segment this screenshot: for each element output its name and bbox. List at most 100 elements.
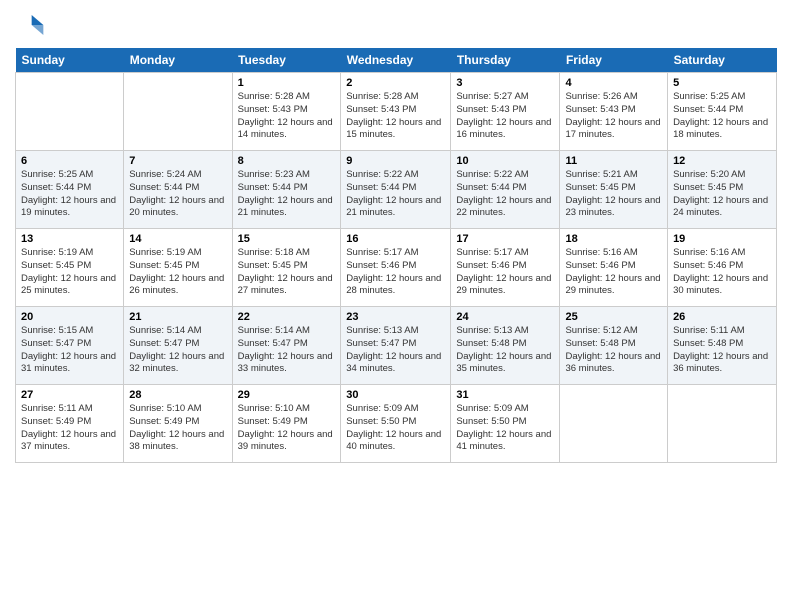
calendar-cell: 7Sunrise: 5:24 AM Sunset: 5:44 PM Daylig… bbox=[124, 151, 232, 229]
day-number: 30 bbox=[346, 389, 445, 401]
day-info: Sunrise: 5:10 AM Sunset: 5:49 PM Dayligh… bbox=[238, 403, 336, 454]
day-info: Sunrise: 5:14 AM Sunset: 5:47 PM Dayligh… bbox=[238, 325, 336, 376]
calendar-cell: 26 Sunrise: 5:11 AM Sunset: 5:48 PM Dayli… bbox=[668, 307, 777, 385]
page-container: SundayMondayTuesdayWednesdayThursdayFrid… bbox=[0, 0, 792, 473]
day-number: 12 bbox=[673, 155, 771, 167]
day-number: 22 bbox=[238, 311, 336, 323]
day-info: Sunrise: 5:11 AM Sunset: 5:49 PM Dayligh… bbox=[21, 403, 118, 454]
day-info: Sunrise: 5:11 AM Sunset: 5:48 PM Dayligh… bbox=[673, 325, 771, 376]
logo bbox=[15, 10, 49, 40]
calendar-cell: 12 Sunrise: 5:20 AM Sunset: 5:45 PM Dayli… bbox=[668, 151, 777, 229]
calendar-cell: 14 Sunrise: 5:19 AM Sunset: 5:45 PM Dayli… bbox=[124, 229, 232, 307]
calendar-week-row: 27 Sunrise: 5:11 AM Sunset: 5:49 PM Dayli… bbox=[16, 385, 777, 463]
calendar-cell: 8 Sunrise: 5:23 AM Sunset: 5:44 PM Daylig… bbox=[232, 151, 341, 229]
calendar-cell: 10 Sunrise: 5:22 AM Sunset: 5:44 PM Dayli… bbox=[451, 151, 560, 229]
calendar-cell: 1 Sunrise: 5:28 AM Sunset: 5:43 PM Daylig… bbox=[232, 73, 341, 151]
day-number: 18 bbox=[565, 233, 662, 245]
day-info: Sunrise: 5:19 AM Sunset: 5:45 PM Dayligh… bbox=[129, 247, 226, 298]
day-number: 27 bbox=[21, 389, 118, 401]
day-number: 26 bbox=[673, 311, 771, 323]
day-number: 24 bbox=[456, 311, 554, 323]
day-info: Sunrise: 5:19 AM Sunset: 5:45 PM Dayligh… bbox=[21, 247, 118, 298]
calendar-cell bbox=[668, 385, 777, 463]
day-info: Sunrise: 5:28 AM Sunset: 5:43 PM Dayligh… bbox=[238, 91, 336, 142]
calendar-week-row: 13 Sunrise: 5:19 AM Sunset: 5:45 PM Dayli… bbox=[16, 229, 777, 307]
calendar-cell: 9Sunrise: 5:22 AM Sunset: 5:44 PM Daylig… bbox=[341, 151, 451, 229]
calendar-cell: 25 Sunrise: 5:12 AM Sunset: 5:48 PM Dayli… bbox=[560, 307, 668, 385]
day-number: 29 bbox=[238, 389, 336, 401]
day-number: 14 bbox=[129, 233, 226, 245]
day-number: 25 bbox=[565, 311, 662, 323]
day-info: Sunrise: 5:12 AM Sunset: 5:48 PM Dayligh… bbox=[565, 325, 662, 376]
day-number: 2 bbox=[346, 77, 445, 89]
day-info: Sunrise: 5:16 AM Sunset: 5:46 PM Dayligh… bbox=[673, 247, 771, 298]
calendar-cell: 11Sunrise: 5:21 AM Sunset: 5:45 PM Dayli… bbox=[560, 151, 668, 229]
day-number: 1 bbox=[238, 77, 336, 89]
day-info: Sunrise: 5:13 AM Sunset: 5:47 PM Dayligh… bbox=[346, 325, 445, 376]
day-info: Sunrise: 5:17 AM Sunset: 5:46 PM Dayligh… bbox=[346, 247, 445, 298]
day-number: 5 bbox=[673, 77, 771, 89]
calendar-cell: 28Sunrise: 5:10 AM Sunset: 5:49 PM Dayli… bbox=[124, 385, 232, 463]
day-number: 8 bbox=[238, 155, 336, 167]
calendar-cell: 27 Sunrise: 5:11 AM Sunset: 5:49 PM Dayli… bbox=[16, 385, 124, 463]
day-info: Sunrise: 5:23 AM Sunset: 5:44 PM Dayligh… bbox=[238, 169, 336, 220]
calendar-cell: 23 Sunrise: 5:13 AM Sunset: 5:47 PM Dayli… bbox=[341, 307, 451, 385]
calendar-cell: 19Sunrise: 5:16 AM Sunset: 5:46 PM Dayli… bbox=[668, 229, 777, 307]
calendar-table: SundayMondayTuesdayWednesdayThursdayFrid… bbox=[15, 48, 777, 463]
day-info: Sunrise: 5:20 AM Sunset: 5:45 PM Dayligh… bbox=[673, 169, 771, 220]
day-info: Sunrise: 5:17 AM Sunset: 5:46 PM Dayligh… bbox=[456, 247, 554, 298]
day-info: Sunrise: 5:25 AM Sunset: 5:44 PM Dayligh… bbox=[673, 91, 771, 142]
day-info: Sunrise: 5:24 AM Sunset: 5:44 PM Dayligh… bbox=[129, 169, 226, 220]
header bbox=[15, 10, 777, 40]
calendar-cell: 6 Sunrise: 5:25 AM Sunset: 5:44 PM Daylig… bbox=[16, 151, 124, 229]
day-info: Sunrise: 5:09 AM Sunset: 5:50 PM Dayligh… bbox=[346, 403, 445, 454]
logo-icon bbox=[15, 10, 45, 40]
calendar-cell: 4 Sunrise: 5:26 AM Sunset: 5:43 PM Daylig… bbox=[560, 73, 668, 151]
weekday-header-thursday: Thursday bbox=[451, 48, 560, 73]
calendar-cell: 2 Sunrise: 5:28 AM Sunset: 5:43 PM Daylig… bbox=[341, 73, 451, 151]
day-info: Sunrise: 5:25 AM Sunset: 5:44 PM Dayligh… bbox=[21, 169, 118, 220]
calendar-cell: 17 Sunrise: 5:17 AM Sunset: 5:46 PM Dayli… bbox=[451, 229, 560, 307]
day-number: 13 bbox=[21, 233, 118, 245]
weekday-header-tuesday: Tuesday bbox=[232, 48, 341, 73]
calendar-cell: 16 Sunrise: 5:17 AM Sunset: 5:46 PM Dayli… bbox=[341, 229, 451, 307]
weekday-header-wednesday: Wednesday bbox=[341, 48, 451, 73]
day-info: Sunrise: 5:10 AM Sunset: 5:49 PM Dayligh… bbox=[129, 403, 226, 454]
calendar-cell bbox=[16, 73, 124, 151]
day-number: 10 bbox=[456, 155, 554, 167]
calendar-cell: 3Sunrise: 5:27 AM Sunset: 5:43 PM Daylig… bbox=[451, 73, 560, 151]
day-info: Sunrise: 5:22 AM Sunset: 5:44 PM Dayligh… bbox=[456, 169, 554, 220]
calendar-cell: 29 Sunrise: 5:10 AM Sunset: 5:49 PM Dayli… bbox=[232, 385, 341, 463]
day-info: Sunrise: 5:18 AM Sunset: 5:45 PM Dayligh… bbox=[238, 247, 336, 298]
calendar-cell: 31 Sunrise: 5:09 AM Sunset: 5:50 PM Dayli… bbox=[451, 385, 560, 463]
day-info: Sunrise: 5:09 AM Sunset: 5:50 PM Dayligh… bbox=[456, 403, 554, 454]
day-number: 16 bbox=[346, 233, 445, 245]
calendar-cell: 22 Sunrise: 5:14 AM Sunset: 5:47 PM Dayli… bbox=[232, 307, 341, 385]
day-number: 23 bbox=[346, 311, 445, 323]
calendar-cell: 18 Sunrise: 5:16 AM Sunset: 5:46 PM Dayli… bbox=[560, 229, 668, 307]
day-info: Sunrise: 5:21 AM Sunset: 5:45 PM Dayligh… bbox=[565, 169, 662, 220]
weekday-header-saturday: Saturday bbox=[668, 48, 777, 73]
day-info: Sunrise: 5:15 AM Sunset: 5:47 PM Dayligh… bbox=[21, 325, 118, 376]
day-number: 9 bbox=[346, 155, 445, 167]
day-number: 6 bbox=[21, 155, 118, 167]
calendar-cell: 21Sunrise: 5:14 AM Sunset: 5:47 PM Dayli… bbox=[124, 307, 232, 385]
weekday-header-row: SundayMondayTuesdayWednesdayThursdayFrid… bbox=[16, 48, 777, 73]
day-number: 31 bbox=[456, 389, 554, 401]
calendar-cell: 30 Sunrise: 5:09 AM Sunset: 5:50 PM Dayli… bbox=[341, 385, 451, 463]
weekday-header-sunday: Sunday bbox=[16, 48, 124, 73]
calendar-week-row: 1 Sunrise: 5:28 AM Sunset: 5:43 PM Daylig… bbox=[16, 73, 777, 151]
day-number: 3 bbox=[456, 77, 554, 89]
day-number: 4 bbox=[565, 77, 662, 89]
day-info: Sunrise: 5:14 AM Sunset: 5:47 PM Dayligh… bbox=[129, 325, 226, 376]
weekday-header-monday: Monday bbox=[124, 48, 232, 73]
calendar-cell: 15Sunrise: 5:18 AM Sunset: 5:45 PM Dayli… bbox=[232, 229, 341, 307]
day-info: Sunrise: 5:26 AM Sunset: 5:43 PM Dayligh… bbox=[565, 91, 662, 142]
calendar-week-row: 20Sunrise: 5:15 AM Sunset: 5:47 PM Dayli… bbox=[16, 307, 777, 385]
calendar-cell bbox=[124, 73, 232, 151]
day-info: Sunrise: 5:28 AM Sunset: 5:43 PM Dayligh… bbox=[346, 91, 445, 142]
calendar-cell: 13 Sunrise: 5:19 AM Sunset: 5:45 PM Dayli… bbox=[16, 229, 124, 307]
day-info: Sunrise: 5:16 AM Sunset: 5:46 PM Dayligh… bbox=[565, 247, 662, 298]
day-number: 17 bbox=[456, 233, 554, 245]
calendar-week-row: 6 Sunrise: 5:25 AM Sunset: 5:44 PM Daylig… bbox=[16, 151, 777, 229]
